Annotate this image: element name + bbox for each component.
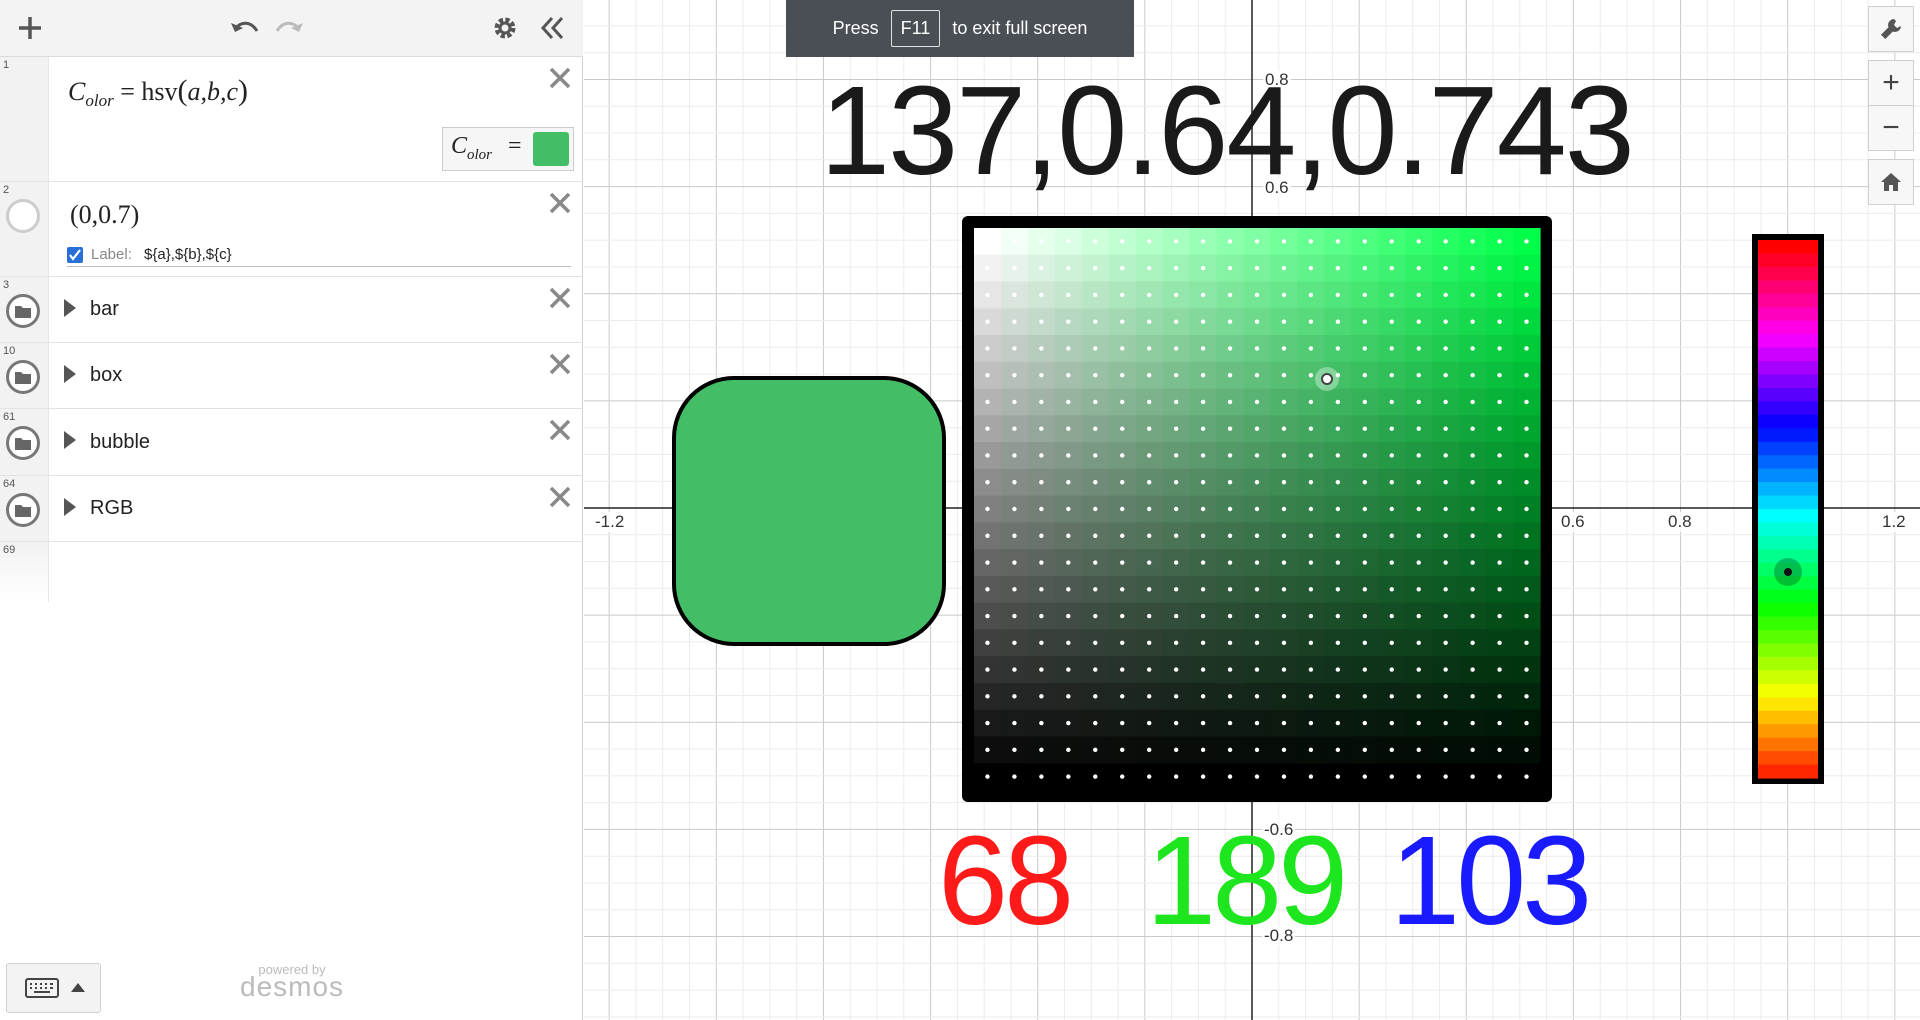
x-tick-label: 1.2 — [1880, 512, 1908, 532]
point-style-icon[interactable] — [6, 199, 40, 233]
expression-row-empty[interactable]: 69 — [0, 542, 583, 602]
preview-equals: = — [508, 133, 522, 159]
point-expression[interactable]: (0,0.7) — [70, 200, 139, 230]
blue-value-label: 103 — [1390, 810, 1592, 951]
color-definition-math[interactable]: Color = hsv(a,b,c) — [68, 74, 248, 111]
folder-icon — [6, 294, 40, 328]
close-icon[interactable] — [547, 351, 573, 377]
expression-gutter: 1 — [0, 57, 49, 181]
toast-press: Press — [832, 18, 879, 38]
expression-toolbar — [0, 0, 583, 57]
close-icon[interactable] — [547, 190, 573, 216]
expression-gutter: 61 — [0, 409, 49, 475]
expression-gutter: 69 — [0, 542, 49, 602]
rhs-function: hsv — [141, 77, 178, 106]
redo-icon[interactable] — [270, 10, 310, 46]
expand-triangle-icon[interactable] — [64, 498, 76, 516]
label-text-input[interactable]: ${a},${b},${c} — [144, 246, 232, 263]
folder-row-bubble[interactable]: 61 bubble — [0, 409, 583, 476]
x-tick-label: -1.2 — [593, 512, 627, 532]
label-checkbox[interactable] — [67, 247, 83, 263]
graph-settings-button[interactable] — [1868, 6, 1914, 52]
powered-by-desmos[interactable]: powered by desmos — [240, 962, 344, 1003]
close-icon[interactable] — [547, 65, 573, 91]
folder-icon — [6, 493, 40, 527]
expression-number: 3 — [3, 279, 10, 291]
expand-triangle-icon[interactable] — [64, 431, 76, 449]
plus-icon[interactable] — [10, 10, 50, 46]
folder-title[interactable]: box — [90, 364, 122, 387]
lhs-sub: olor — [85, 91, 114, 111]
sv-picker-handle[interactable] — [1315, 367, 1339, 391]
folder-title[interactable]: bar — [90, 298, 119, 321]
hue-bar[interactable] — [1758, 240, 1818, 779]
expression-row-1[interactable]: 1 Color = hsv(a,b,c) Color = — [0, 57, 583, 182]
folder-row-rgb[interactable]: 64 RGB — [0, 476, 583, 542]
expression-row-2[interactable]: 2 (0,0.7) Label: ${a},${b},${c} — [0, 182, 583, 277]
folder-title[interactable]: RGB — [90, 497, 133, 520]
expression-gutter: 3 — [0, 277, 49, 342]
expression-number: 10 — [3, 345, 16, 357]
home-icon — [1881, 173, 1901, 191]
expand-triangle-icon[interactable] — [64, 365, 76, 383]
expression-list: 1 Color = hsv(a,b,c) Color = 2 (0,0.7) L… — [0, 57, 583, 602]
sv-dot-grid — [985, 239, 1529, 779]
color-swatch[interactable] — [533, 132, 569, 166]
green-value-label: 189 — [1146, 810, 1348, 951]
expression-gutter: 64 — [0, 476, 49, 541]
folder-icon — [6, 426, 40, 460]
folder-row-box[interactable]: 10 box — [0, 343, 583, 409]
expression-number: 2 — [3, 184, 10, 196]
close-icon[interactable] — [547, 417, 573, 443]
toast-key: F11 — [890, 10, 941, 47]
red-value-label: 68 — [938, 810, 1074, 951]
hsv-value-label: 137,0.64,0.743 — [820, 60, 1635, 201]
expand-triangle-icon[interactable] — [64, 299, 76, 317]
expression-gutter: 2 — [0, 182, 49, 276]
lhs-main: C — [68, 77, 86, 106]
label-row: Label: ${a},${b},${c} — [67, 246, 571, 267]
x-tick-label: 0.6 — [1559, 512, 1587, 532]
toast-message: to exit full screen — [952, 18, 1088, 38]
preview-lhs-main: C — [451, 133, 468, 159]
folder-row-bar[interactable]: 3 bar — [0, 277, 583, 343]
expression-gutter: 10 — [0, 343, 49, 408]
caret-up-icon — [71, 983, 85, 992]
gear-icon[interactable] — [485, 10, 525, 46]
expression-number: 69 — [3, 544, 16, 556]
color-preview: Color = — [442, 127, 574, 171]
zoom-in-button[interactable]: + — [1868, 60, 1914, 106]
fullscreen-toast: Press F11 to exit full screen — [786, 0, 1134, 57]
wrench-icon — [1881, 19, 1901, 39]
home-button[interactable] — [1868, 159, 1914, 205]
keyboard-toggle[interactable] — [6, 963, 101, 1013]
rhs-args: a,b,c — [187, 77, 239, 106]
color-swatch-shape — [672, 376, 946, 646]
double-chevron-left-icon[interactable] — [533, 10, 573, 46]
undo-icon[interactable] — [224, 10, 264, 46]
label-caption: Label: — [91, 246, 132, 263]
folder-title[interactable]: bubble — [90, 431, 150, 454]
zoom-out-button[interactable]: − — [1868, 105, 1914, 151]
folder-icon — [6, 360, 40, 394]
expression-number: 64 — [3, 478, 16, 490]
graph-canvas[interactable]: 0.8 0.6 -0.6 -0.8 -1.2 0.6 0.8 1.2 137,0… — [584, 0, 1920, 1020]
desmos-logo: desmos — [240, 971, 345, 1002]
expression-number: 1 — [3, 59, 10, 71]
close-icon[interactable] — [547, 285, 573, 311]
x-tick-label: 0.8 — [1666, 512, 1694, 532]
expression-panel: 1 Color = hsv(a,b,c) Color = 2 (0,0.7) L… — [0, 0, 583, 1020]
preview-lhs-sub: olor — [467, 146, 493, 163]
keyboard-icon — [25, 978, 59, 998]
close-icon[interactable] — [547, 484, 573, 510]
hue-picker-handle[interactable] — [1774, 558, 1802, 586]
expression-number: 61 — [3, 411, 16, 423]
